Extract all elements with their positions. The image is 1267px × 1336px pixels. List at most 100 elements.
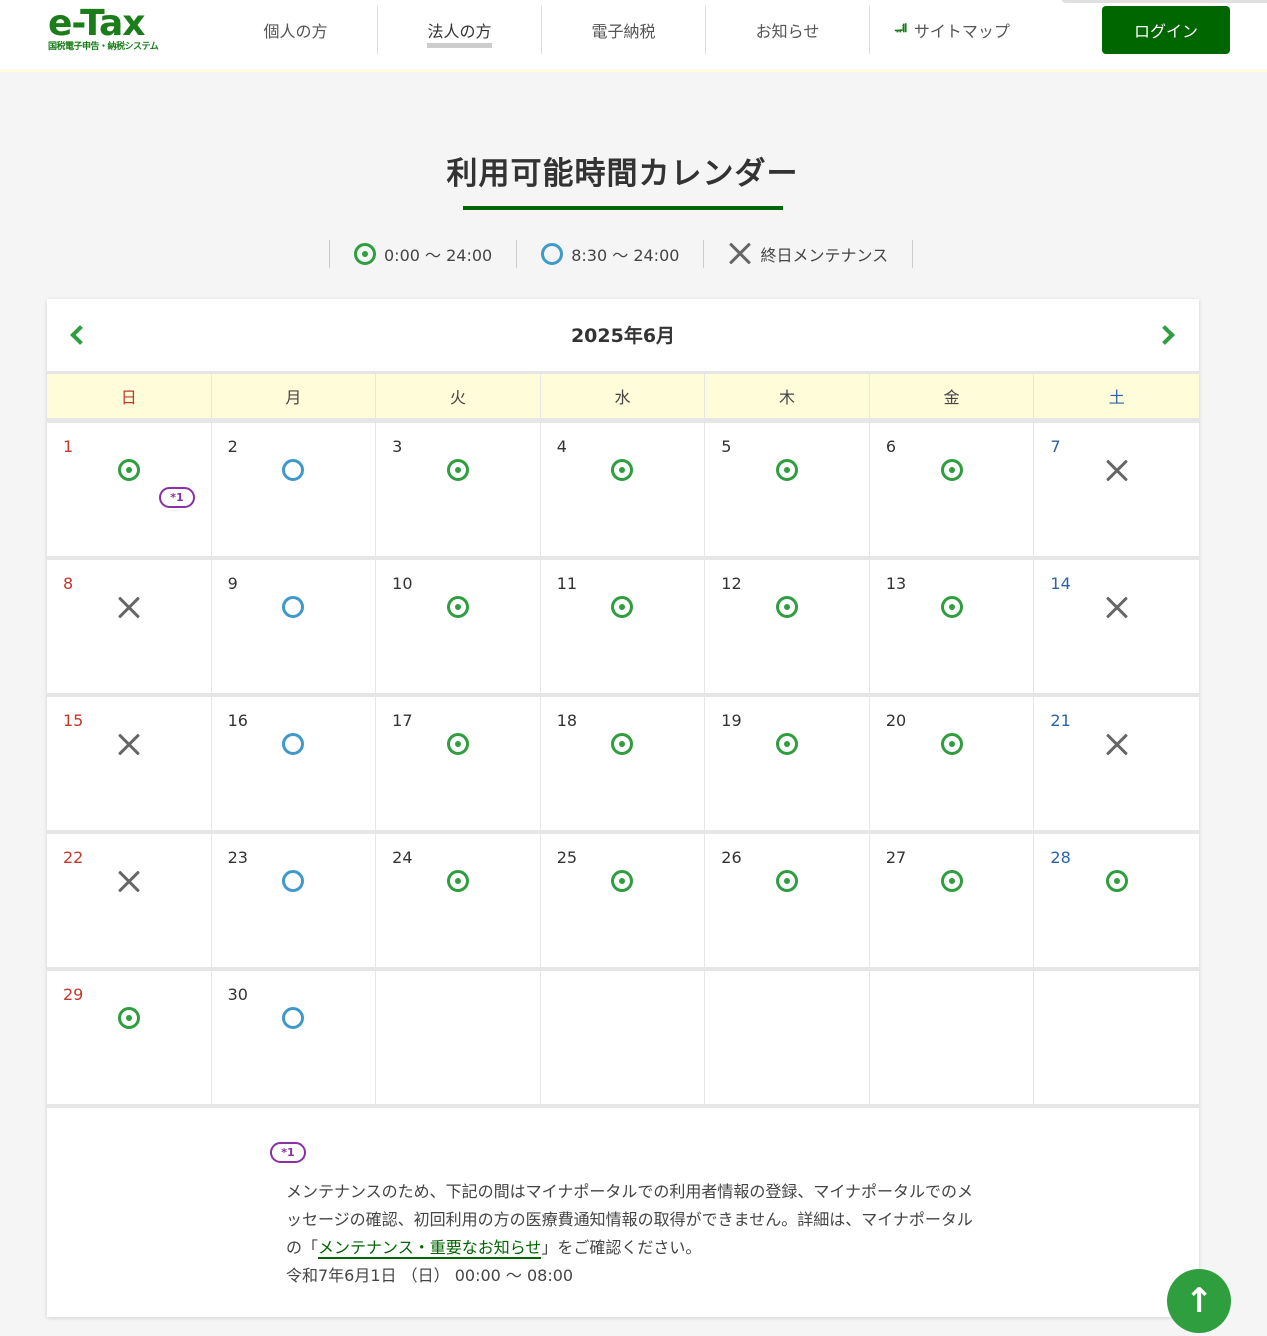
sitemap-icon: ᆒ [894,21,908,40]
page-title: 利用可能時間カレンダー [446,156,799,192]
maintenance-notice-link[interactable]: メンテナンス・重要なお知らせ [318,1238,542,1259]
calendar-empty-cell [376,971,541,1108]
nav-label: 個人の方 [263,22,328,41]
double-circle-icon [611,733,634,755]
circle-icon [282,870,305,892]
day-number: 17 [392,711,413,730]
double-circle-icon [446,596,469,618]
note-text-after: 」をご確認ください。 [541,1238,702,1257]
calendar-day: 9 [211,560,377,697]
status-mark [541,459,705,481]
calendar-day: 13 [869,560,1035,697]
double-circle-icon [1105,870,1128,892]
weekday-thu: 木 [705,371,870,423]
status-mark [376,596,540,618]
arrow-up-icon: ↑ [1184,1281,1214,1321]
double-circle-icon [776,870,799,892]
double-circle-icon [776,733,799,755]
back-to-top-button[interactable]: ↑ [1167,1269,1231,1333]
day-number: 26 [721,848,742,867]
status-mark [870,870,1034,892]
etax-logo[interactable]: e-Tax 国税電子申告・納税システム [48,6,178,56]
nav-label: サイトマップ [913,22,1010,41]
nav-payment[interactable]: 電子納税 [542,6,706,54]
calendar-day: 12 [705,560,870,697]
circle-icon [282,733,305,755]
nav-individual[interactable]: 個人の方 [214,6,378,54]
double-circle-icon [611,870,634,892]
calendar-day: 24 [376,834,541,971]
day-number: 13 [885,574,907,593]
title-underline [463,206,783,210]
calendar-grid: 日 月 火 水 木 金 土 1 *1 2 3 4 5 6 7 8 9 10 11 12 13 14 15 16 1… [47,371,1199,1108]
calendar-day: 6 [869,423,1035,560]
day-number: 9 [227,574,238,593]
cross-icon [117,733,141,757]
weekday-sun: 日 [47,371,212,423]
day-number: 25 [556,848,578,867]
status-mark [376,733,540,755]
calendar-day: 16 [211,697,377,834]
day-number: 8 [63,574,74,593]
top-edge-bar [1062,0,1267,3]
status-mark [1034,596,1199,620]
status-mark [212,733,376,755]
chevron-right-icon [1155,325,1175,345]
day-number: 3 [392,437,403,456]
cross-icon [117,870,141,894]
cross-icon [1105,459,1129,483]
calendar-day: 4 [540,423,706,560]
day-number: 10 [392,574,413,593]
double-circle-icon [940,733,963,755]
status-mark [705,870,869,892]
double-circle-icon [117,1007,140,1029]
status-mark [376,870,540,892]
double-circle-icon [611,596,634,618]
day-number: 7 [1050,437,1061,456]
calendar-day: 7 [1034,423,1199,560]
status-mark [870,459,1034,481]
calendar-day: 5 [705,423,870,560]
calendar-empty-cell [869,971,1035,1108]
day-number: 1 [63,437,74,456]
day-number: 5 [721,437,732,456]
status-mark [705,733,869,755]
legend-full: 0:00 〜 24:00 [330,240,518,268]
status-mark [47,870,211,894]
calendar-day: 2 [211,423,377,560]
day-number: 21 [1050,711,1071,730]
calendar-empty-cell [1034,971,1199,1108]
main-nav: 個人の方 法人の方 電子納税 お知らせ ᆒ サイトマップ [214,6,1034,54]
day-number: 28 [1050,848,1071,867]
status-mark [47,596,211,620]
circle-icon [541,243,564,265]
calendar-day: 28 [1034,834,1199,971]
calendar-day: 19 [705,697,870,834]
double-circle-icon [776,596,799,618]
double-circle-icon [776,459,799,481]
nav-corporate[interactable]: 法人の方 [378,6,542,54]
calendar-day: 14 [1034,560,1199,697]
legend-maintenance-label: 終日メンテナンス [760,246,889,265]
calendar-day: 8 [47,560,212,697]
legend-maintenance: 終日メンテナンス [704,240,914,268]
day-number: 12 [721,574,742,593]
calendar-day: 26 [705,834,870,971]
calendar-day: 27 [869,834,1035,971]
calendar-day: 25 [540,834,706,971]
status-mark [212,870,376,892]
calendar-day: 10 [376,560,541,697]
nav-sitemap[interactable]: ᆒ サイトマップ [870,6,1034,54]
day-number: 23 [227,848,248,867]
day-number: 4 [556,437,567,456]
day-number: 30 [227,985,248,1004]
note-badge[interactable]: *1 [159,487,195,508]
calendar-day: 20 [869,697,1035,834]
login-button[interactable]: ログイン [1102,6,1230,54]
double-circle-icon [446,733,469,755]
nav-news[interactable]: お知らせ [706,6,870,54]
next-month-button[interactable] [1155,321,1180,349]
day-number: 27 [885,848,907,867]
day-number: 2 [227,437,238,456]
day-number: 20 [885,711,907,730]
